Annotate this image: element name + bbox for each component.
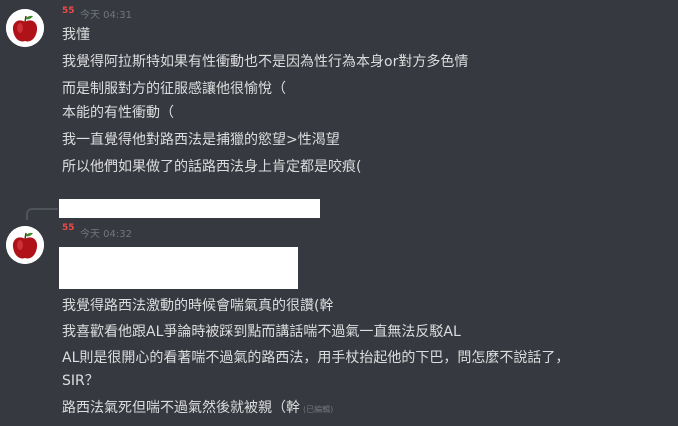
apple-icon xyxy=(6,9,44,47)
user-avatar[interactable] xyxy=(6,9,44,47)
edited-label: (已編輯) xyxy=(303,405,334,414)
message-line-text: 路西法氣死但喘不過氣然後就被親（幹 xyxy=(62,400,300,416)
message-line: 本能的有性衝動（ xyxy=(62,105,174,121)
message-line: 我覺得路西法激動的時候會喘氣真的很讚(幹 xyxy=(62,298,334,314)
message-line: 我懂 xyxy=(62,27,90,43)
message-line: 我一直覺得他對路西法是捕獵的慾望>性渴望 xyxy=(62,132,340,148)
username[interactable]: 55 xyxy=(62,5,75,17)
reply-spine xyxy=(26,208,58,220)
message-line: 所以他們如果做了的話路西法身上肯定都是咬痕( xyxy=(62,159,362,175)
message-line: AL則是很開心的看著喘不過氣的路西法，用手杖抬起他的下巴，問怎麼不說話了， xyxy=(62,350,570,366)
message-line: 我覺得阿拉斯特如果有性衝動也不是因為性行為本身or對方多色情 xyxy=(62,54,469,70)
redacted-image xyxy=(59,247,298,289)
message-timestamp: 今天 04:32 xyxy=(80,229,132,240)
redacted-reply-preview xyxy=(59,199,320,218)
message-line: 我喜歡看他跟AL爭論時被踩到點而講話喘不過氣一直無法反駁AL xyxy=(62,324,461,340)
user-avatar[interactable] xyxy=(6,226,44,264)
message-line: 而是制服對方的征服感讓他很愉悅（ xyxy=(62,81,286,97)
message-line: SIR？ xyxy=(62,373,99,389)
apple-icon xyxy=(6,226,44,264)
username[interactable]: 55 xyxy=(62,222,75,234)
message-timestamp: 今天 04:31 xyxy=(80,10,132,21)
message-line-last: 路西法氣死但喘不過氣然後就被親（幹 (已編輯) xyxy=(62,399,333,419)
